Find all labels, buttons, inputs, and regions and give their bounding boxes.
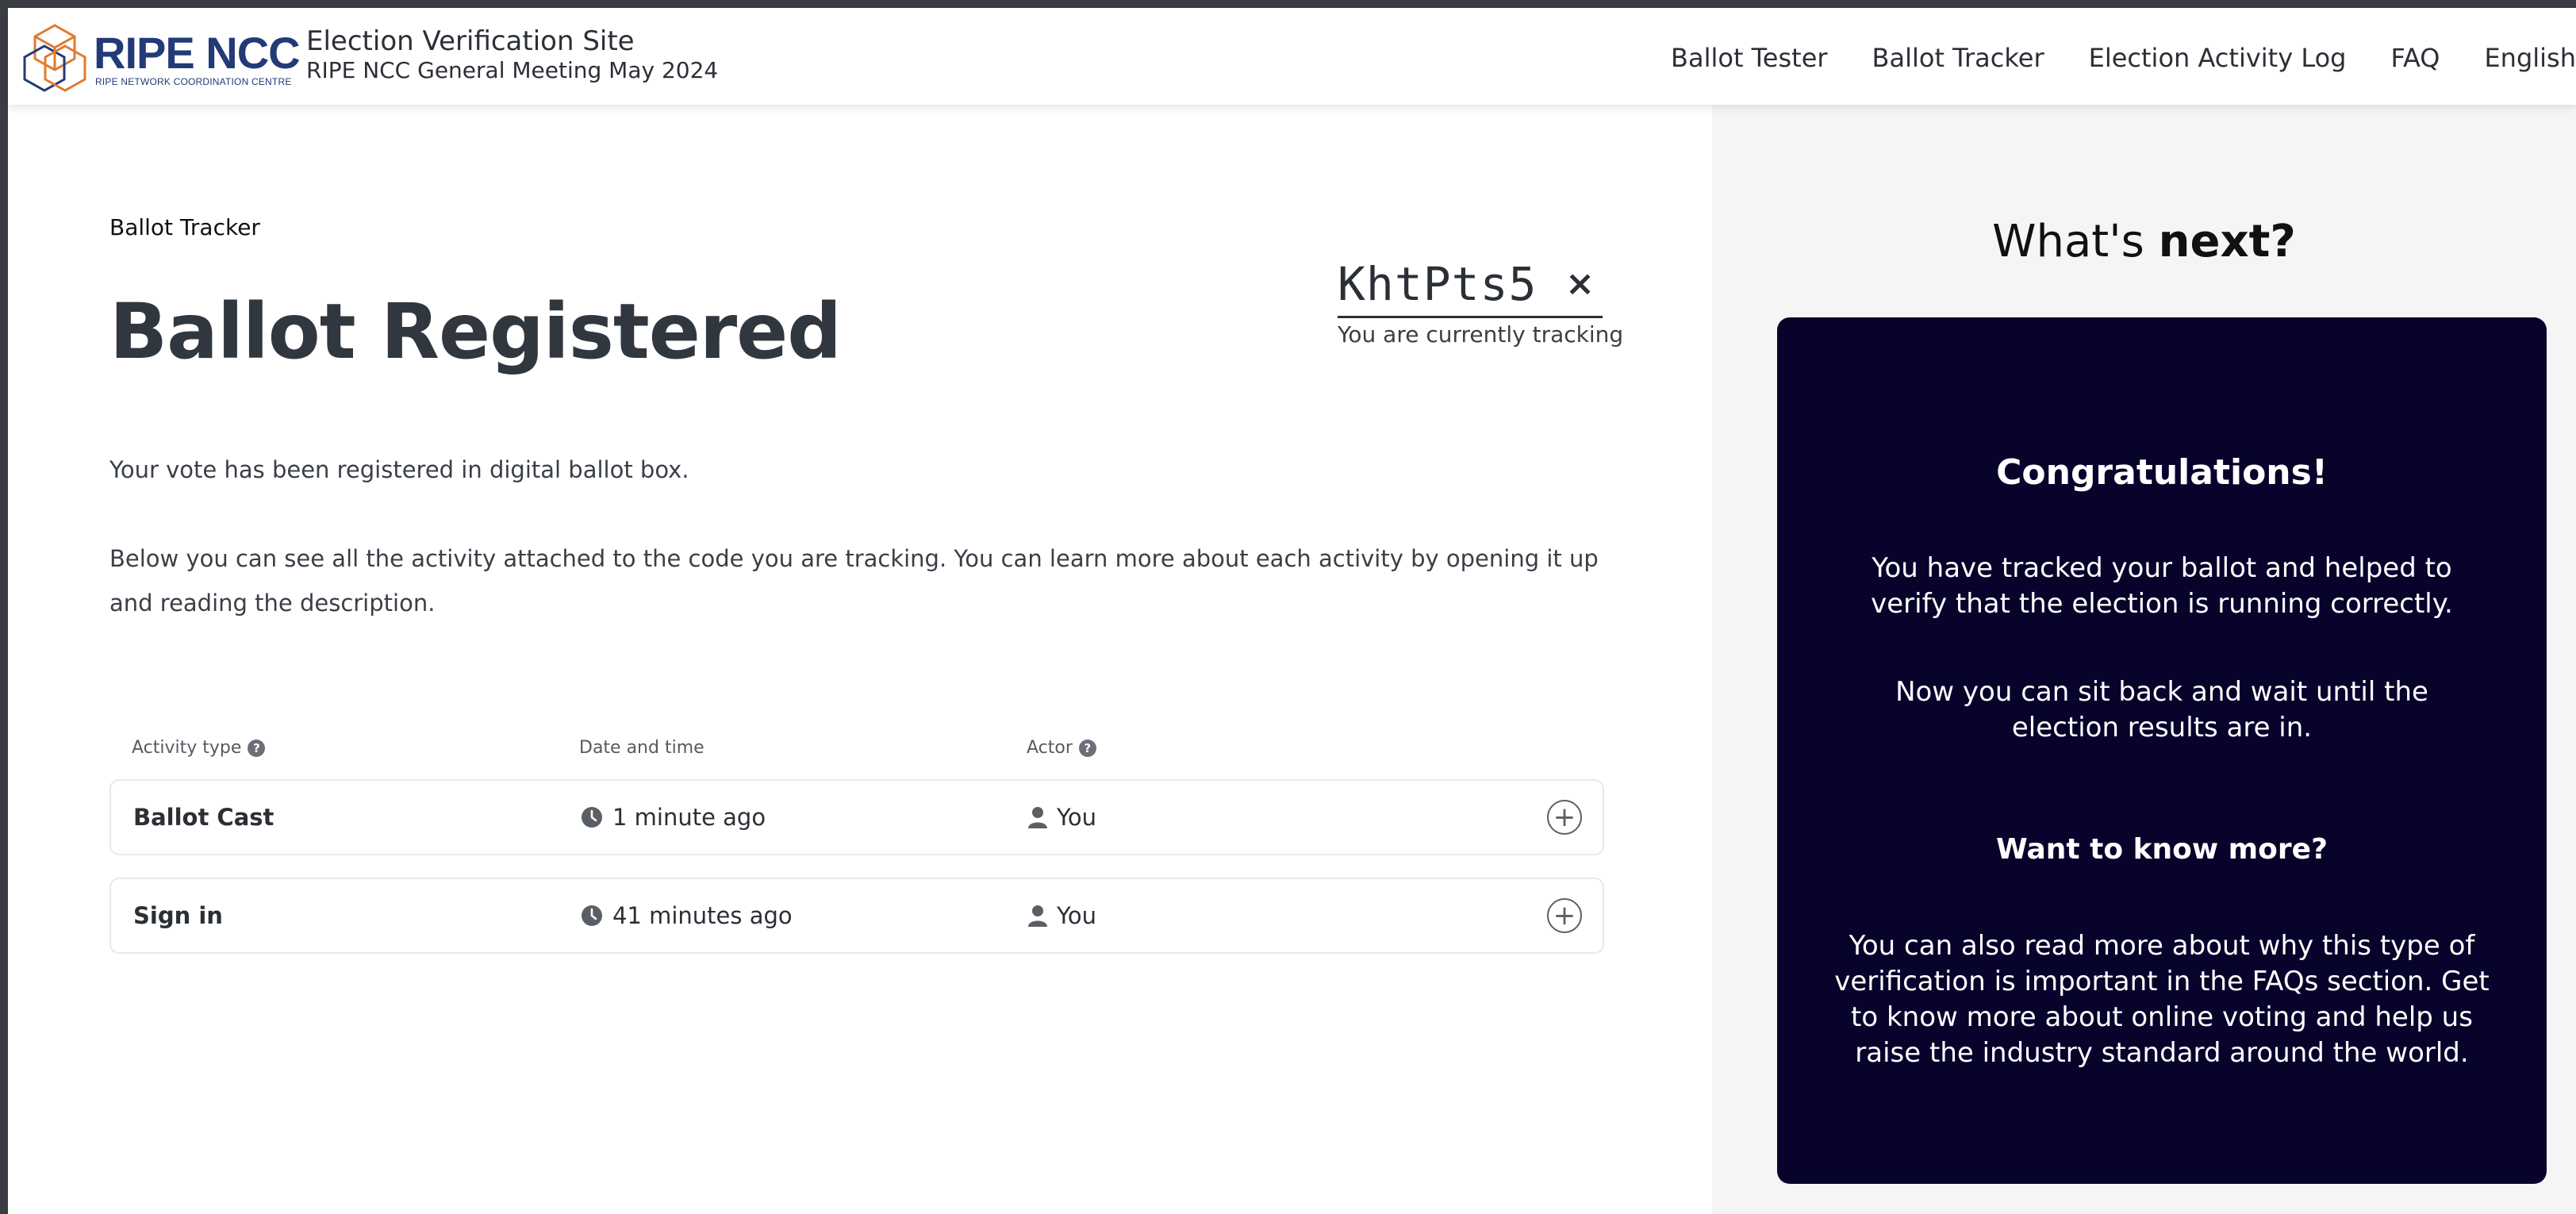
column-header-actor: Actor ? — [1027, 738, 1096, 758]
logo-subtext: RIPE NETWORK COORDINATION CENTRE — [95, 76, 292, 87]
registered-message: Your vote has been registered in digital… — [109, 456, 689, 483]
card-paragraph-faq: You can also read more about why this ty… — [1834, 930, 2490, 1069]
activity-table-header: Activity type ? Date and time Actor ? — [109, 728, 1604, 768]
actor-cell: You — [1028, 879, 1096, 952]
help-icon[interactable]: ? — [248, 739, 266, 757]
actor-cell: You — [1028, 781, 1096, 854]
whats-next-title-bold: next? — [2158, 216, 2296, 267]
site-subtitle: RIPE NCC General Meeting May 2024 — [306, 57, 719, 83]
nav-ballot-tester[interactable]: Ballot Tester — [1671, 43, 1828, 73]
nav-language-select[interactable]: English — [2484, 43, 2576, 73]
main-nav: Ballot Tester Ballot Tracker Election Ac… — [1671, 38, 2576, 78]
expand-plus-icon[interactable]: + — [1547, 898, 1582, 933]
ripe-ncc-logo-icon — [23, 24, 86, 92]
clock-icon — [582, 807, 602, 828]
column-header-date-time: Date and time — [579, 738, 704, 758]
actor-value: You — [1057, 902, 1096, 929]
table-row[interactable]: Sign in 41 minutes ago You + — [109, 878, 1604, 954]
nav-faq[interactable]: FAQ — [2390, 43, 2440, 73]
tracking-underline — [1338, 316, 1603, 318]
activity-type-cell: Sign in — [133, 902, 223, 929]
activity-type-cell: Ballot Cast — [133, 804, 274, 831]
card-subheading: Want to know more? — [1996, 833, 2328, 866]
whats-next-title-plain: What's — [1992, 216, 2159, 267]
page-title: Ballot Registered — [109, 287, 842, 376]
actor-value: You — [1057, 804, 1096, 831]
breadcrumb[interactable]: Ballot Tracker — [109, 214, 260, 240]
table-row[interactable]: Ballot Cast 1 minute ago You + — [109, 779, 1604, 855]
column-header-label: Date and time — [579, 738, 704, 758]
date-time-cell: 1 minute ago — [581, 781, 766, 854]
card-paragraph-wait: Now you can sit back and wait until the … — [1895, 676, 2428, 743]
whats-next-panel: What's next? Congratulations! You have t… — [1712, 105, 2576, 1214]
tracking-code: KhtPts5 — [1338, 257, 1538, 311]
window-top-strip — [0, 0, 2576, 8]
tracking-code-box: KhtPts5 × You are currently tracking — [1338, 257, 1624, 348]
logo-wordmark: RIPE NCC — [94, 28, 301, 78]
nav-ballot-tracker[interactable]: Ballot Tracker — [1872, 43, 2044, 73]
card-heading: Congratulations! — [1996, 452, 2328, 493]
nav-election-activity-log[interactable]: Election Activity Log — [2089, 43, 2347, 73]
clock-icon — [582, 905, 602, 926]
congratulations-card: Congratulations! You have tracked your b… — [1777, 317, 2547, 1184]
column-header-label: Actor — [1027, 738, 1073, 758]
main-content: Ballot Tracker Ballot Registered KhtPts5… — [8, 105, 1712, 1214]
window-left-edge — [0, 0, 8, 1214]
expand-plus-icon[interactable]: + — [1547, 800, 1582, 835]
column-header-label: Activity type — [132, 738, 242, 758]
site-title: Election Verification Site — [306, 25, 635, 57]
whats-next-title: What's next? — [1712, 216, 2576, 267]
activity-description: Below you can see all the activity attac… — [109, 545, 1599, 617]
help-icon[interactable]: ? — [1078, 739, 1096, 757]
user-icon — [1028, 807, 1047, 828]
tracking-caption: You are currently tracking — [1338, 321, 1624, 348]
time-value: 41 minutes ago — [612, 902, 793, 929]
ripe-ncc-logo[interactable]: RIPE NCC RIPE NETWORK COORDINATION CENTR… — [21, 22, 301, 95]
site-header: RIPE NCC RIPE NETWORK COORDINATION CENTR… — [8, 8, 2576, 105]
user-icon — [1028, 905, 1047, 927]
close-icon[interactable]: × — [1565, 263, 1595, 304]
date-time-cell: 41 minutes ago — [581, 879, 793, 952]
time-value: 1 minute ago — [612, 804, 766, 831]
card-paragraph-tracked: You have tracked your ballot and helped … — [1871, 552, 2453, 620]
column-header-activity-type: Activity type ? — [132, 738, 266, 758]
